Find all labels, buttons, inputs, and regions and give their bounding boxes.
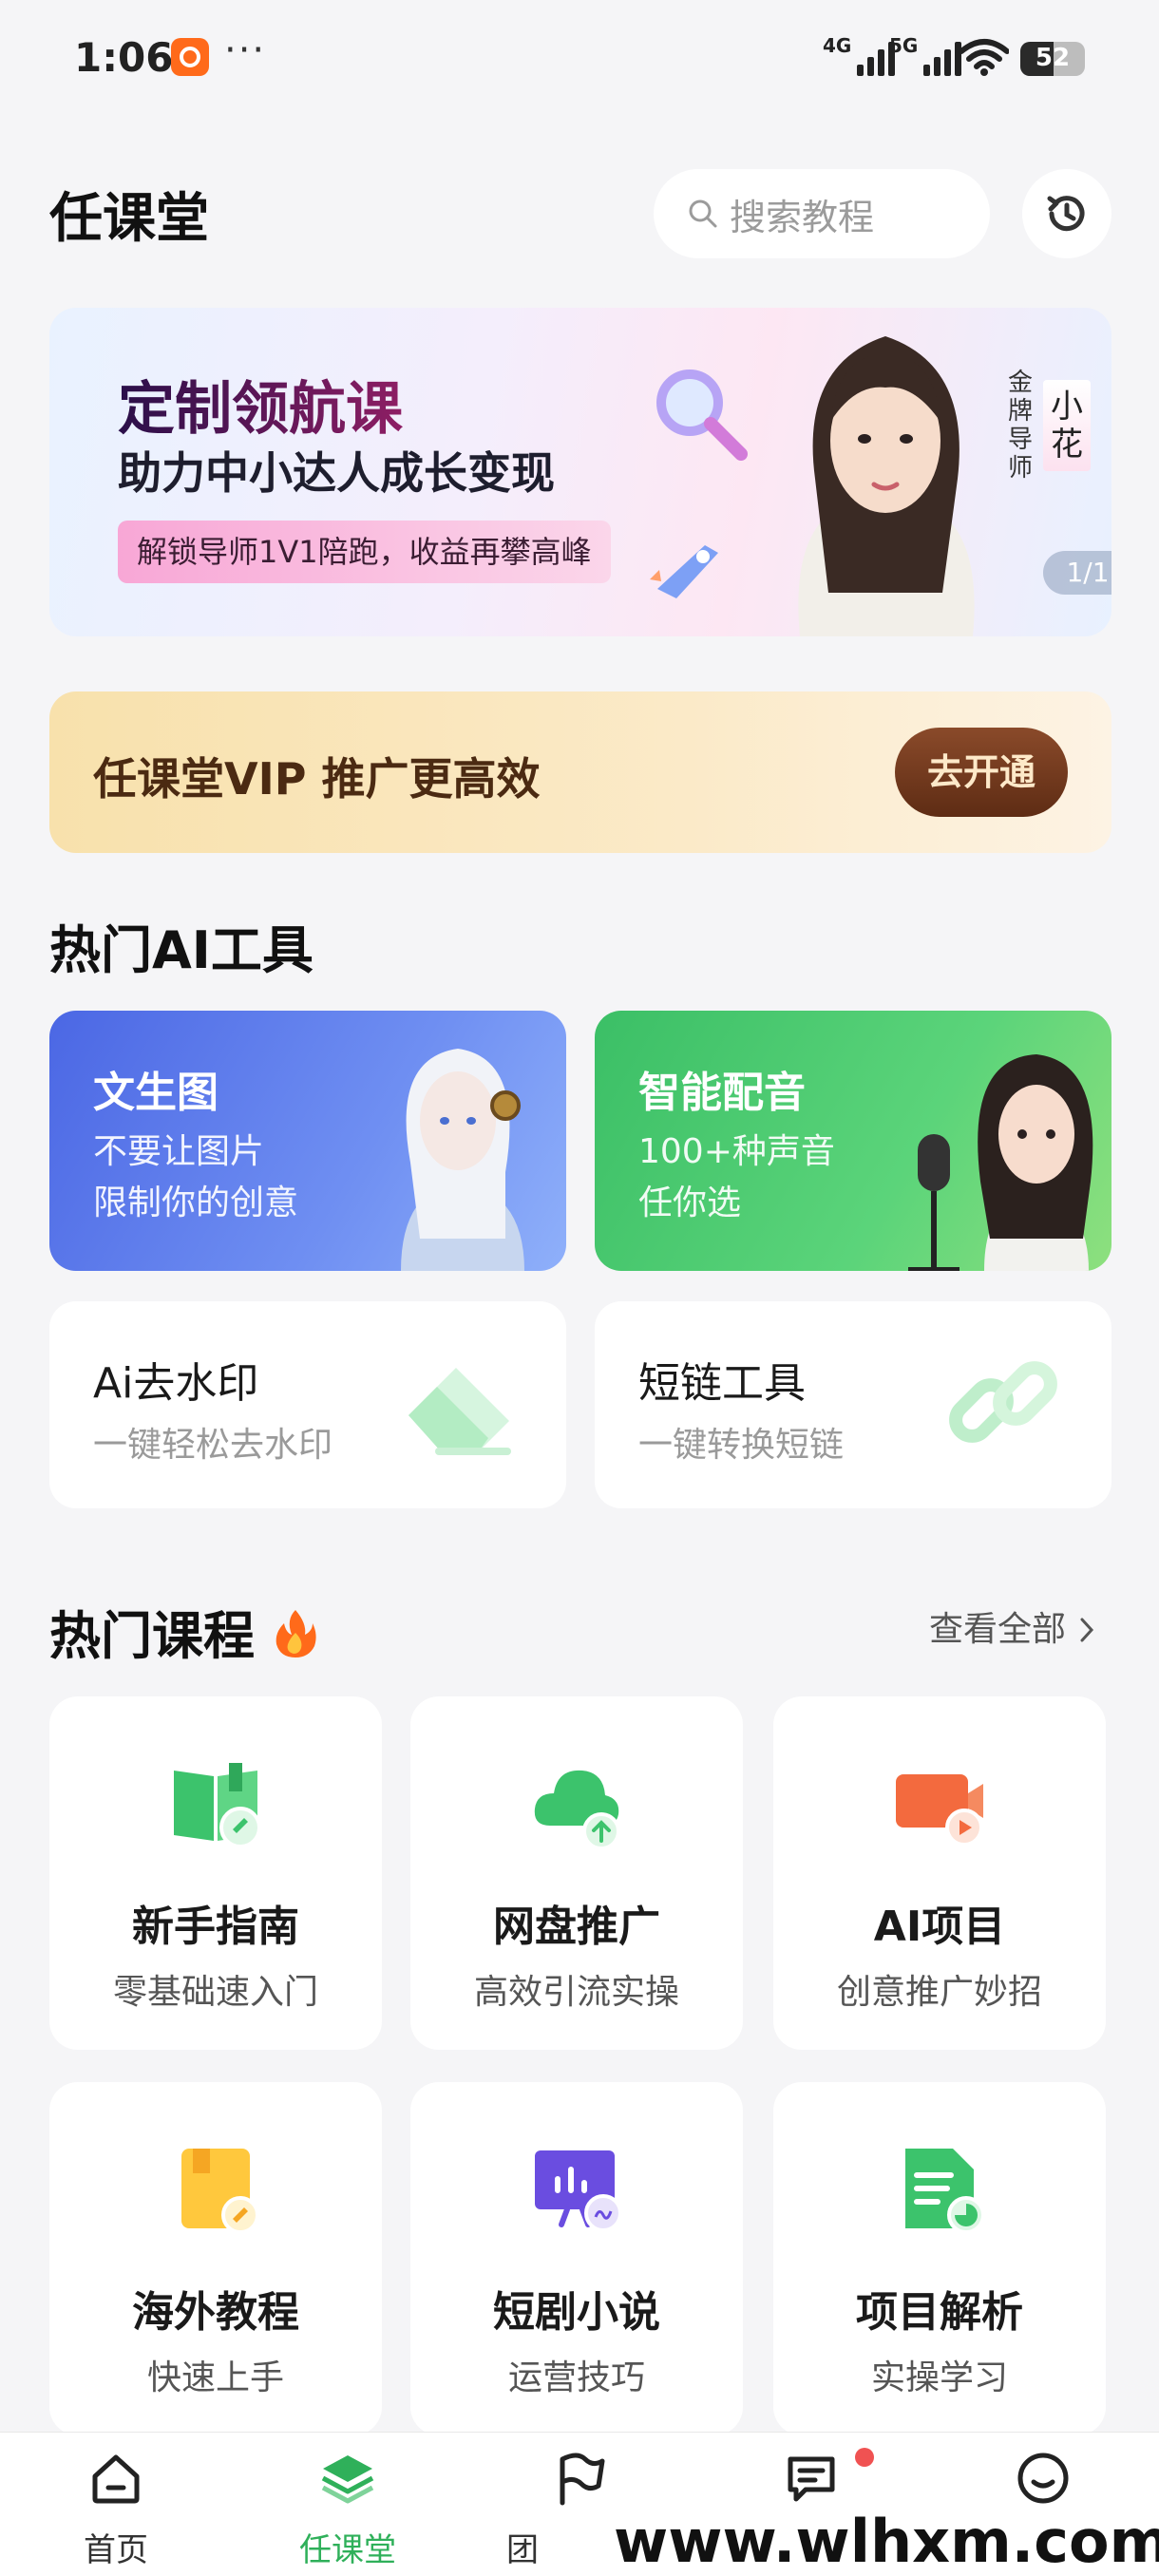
course-card[interactable]: 海外教程 快速上手 [49, 2082, 382, 2435]
flag-icon [560, 2453, 605, 2506]
tool-title: Ai去水印 [93, 1359, 259, 1408]
app-notification-icon [171, 38, 209, 76]
tool-text-to-image[interactable]: 文生图 不要让图片 限制你的创意 [49, 1011, 566, 1271]
course-card[interactable]: 网盘推广 高效引流实操 [410, 1696, 743, 2050]
singer-girl-illustration [908, 1054, 1093, 1271]
fire-icon [276, 1610, 316, 1657]
nav-label: 首页 [84, 2531, 148, 2569]
nav-item-home[interactable]: 首页 [21, 2433, 211, 2576]
course-subtitle: 高效引流实操 [473, 1973, 679, 2012]
cloud-upload-icon [534, 1770, 620, 1850]
guide-book-icon [174, 1763, 261, 1848]
mentor-portrait [798, 336, 975, 636]
tool-description: 一键轻松去水印 [93, 1426, 333, 1465]
course-subtitle: 运营技巧 [507, 2358, 645, 2397]
banner-mentor-role: 金牌导师 [1007, 369, 1033, 483]
tool-description: 一键转换短链 [638, 1426, 845, 1465]
course-card[interactable]: 短剧小说 运营技巧 [410, 2082, 743, 2435]
course-title: 新手指南 [132, 1903, 299, 1951]
nav-label: 团 [506, 2531, 539, 2569]
course-title: 网盘推广 [493, 1903, 660, 1951]
battery-indicator: 52 [1020, 42, 1085, 76]
stacked-layers-icon [321, 2455, 374, 2504]
nav-item-classroom[interactable]: 任课堂 [253, 2433, 443, 2576]
banner-page-indicator: 1/1 [1043, 551, 1112, 595]
tool-watermark-remover[interactable]: Ai去水印 一键轻松去水印 [49, 1301, 566, 1508]
course-title: AI项目 [873, 1903, 1006, 1951]
history-button[interactable] [1022, 169, 1112, 258]
status-more-icon: ··· [224, 28, 267, 72]
course-title: 项目解析 [856, 2288, 1023, 2337]
course-subtitle: 快速上手 [146, 2358, 284, 2397]
unread-badge [855, 2448, 874, 2467]
tool-short-link[interactable]: 短链工具 一键转换短链 [595, 1301, 1112, 1508]
tool-title: 文生图 [93, 1069, 218, 1117]
overseas-book-icon [181, 2149, 259, 2234]
nav-label: 任课堂 [299, 2531, 396, 2569]
ai-tools-section-title: 热门AI工具 [49, 920, 314, 980]
tool-title: 智能配音 [638, 1069, 806, 1117]
vip-promo-text: 任课堂VIP 推广更高效 [93, 753, 541, 805]
course-subtitle: 实操学习 [870, 2358, 1008, 2397]
course-card[interactable]: AI项目 创意推广妙招 [773, 1696, 1106, 2050]
watermark-text: www.wlhxm.com [608, 2508, 1159, 2576]
status-time: 1:06 [74, 34, 174, 81]
signal-5g-icon: 5G [889, 34, 962, 76]
video-camera-icon [896, 1774, 983, 1847]
message-icon [788, 2456, 835, 2502]
page-title: 任课堂 [49, 188, 209, 250]
course-title: 海外教程 [132, 2288, 299, 2337]
vip-promo-bar[interactable]: 任课堂VIP 推广更高效 去开通 [49, 691, 1112, 853]
courses-section-title: 热门课程 [49, 1594, 318, 1669]
tool-smart-dubbing[interactable]: 智能配音 100+种声音 任你选 [595, 1011, 1112, 1271]
eraser-icon [408, 1368, 511, 1455]
tool-title: 短链工具 [638, 1359, 806, 1408]
banner-title: 定制领航课 [118, 363, 403, 445]
chevron-right-icon [1080, 1618, 1094, 1642]
project-document-icon [905, 2149, 985, 2234]
banner-mentor-name: 小花 [1043, 380, 1091, 471]
view-all-courses-link[interactable]: 查看全部 [929, 1601, 1097, 1651]
robot-girl-illustration [401, 1049, 524, 1271]
search-placeholder: 搜索教程 [730, 196, 875, 238]
history-icon [1047, 196, 1085, 232]
course-subtitle: 零基础速入门 [112, 1973, 318, 2012]
link-icon [949, 1361, 1057, 1443]
course-card[interactable]: 项目解析 实操学习 [773, 2082, 1106, 2435]
search-icon [689, 199, 717, 228]
search-input[interactable]: 搜索教程 [654, 169, 990, 258]
course-card[interactable]: 新手指南 零基础速入门 [49, 1696, 382, 2050]
course-title: 短剧小说 [493, 2288, 660, 2337]
rocket-decoration-icon [650, 545, 718, 598]
banner-subtitle: 助力中小达人成长变现 [118, 447, 555, 499]
drama-screen-icon [535, 2150, 622, 2232]
tool-description: 不要让图片 限制你的创意 [93, 1132, 299, 1222]
smile-icon [1017, 2453, 1069, 2504]
home-icon [92, 2454, 140, 2504]
wifi-icon [960, 39, 1009, 76]
promo-banner[interactable]: 定制领航课 助力中小达人成长变现 解锁导师1V1陪跑，收益再攀高峰 金牌导师 小… [49, 308, 1112, 636]
vip-open-button[interactable]: 去开通 [895, 728, 1068, 817]
course-subtitle: 创意推广妙招 [836, 1973, 1042, 2012]
banner-pill: 解锁导师1V1陪跑，收益再攀高峰 [118, 521, 611, 583]
signal-4g-icon: 4G [823, 34, 896, 76]
